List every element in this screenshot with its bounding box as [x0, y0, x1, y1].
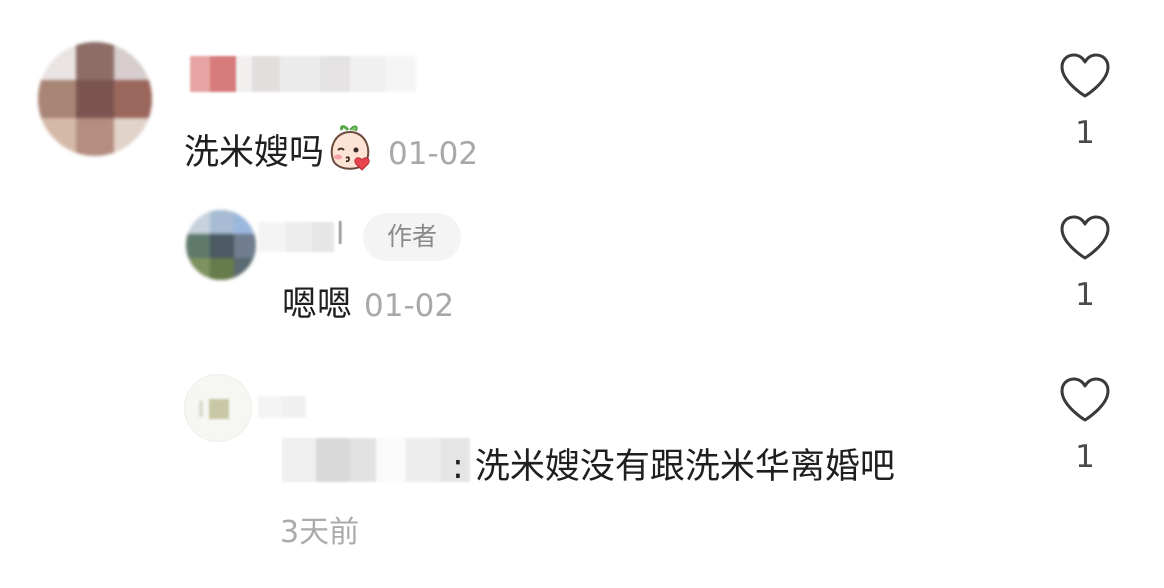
comment-text: 洗米嫂吗 [184, 133, 325, 173]
author-badge: 作者 [363, 213, 461, 261]
like-count: 1 [1075, 439, 1095, 475]
username-blurred[interactable] [190, 56, 416, 92]
like-button[interactable] [1058, 214, 1112, 262]
comment-body[interactable]: : 洗米嫂没有跟洗米华离婚吧 [452, 450, 895, 485]
heart-icon [1060, 215, 1110, 260]
comment-text: 嗯嗯 [282, 285, 353, 325]
comment-time: 3天前 [280, 515, 360, 550]
comment-body[interactable]: 洗米嫂吗 01-02 [184, 124, 478, 172]
avatar[interactable] [184, 374, 252, 442]
comment-body[interactable]: 嗯嗯 01-02 [282, 288, 454, 323]
username-blurred[interactable] [258, 396, 306, 418]
username-blurred[interactable] [258, 222, 334, 252]
comment-text: : 洗米嫂没有跟洗米华离婚吧 [452, 447, 895, 487]
avatar[interactable] [186, 210, 256, 280]
blowing-kiss-peach-icon [326, 124, 376, 172]
comment-time: 01-02 [364, 288, 455, 324]
comment-time: 01-02 [388, 136, 479, 172]
like-button[interactable] [1058, 52, 1112, 100]
heart-icon [1060, 377, 1110, 422]
username-fragment: l [336, 217, 345, 252]
like-count: 1 [1075, 277, 1095, 313]
avatar[interactable] [38, 42, 152, 156]
mention-blurred[interactable] [282, 438, 470, 482]
like-count: 1 [1075, 115, 1095, 151]
like-button[interactable] [1058, 376, 1112, 424]
heart-icon [1060, 53, 1110, 98]
